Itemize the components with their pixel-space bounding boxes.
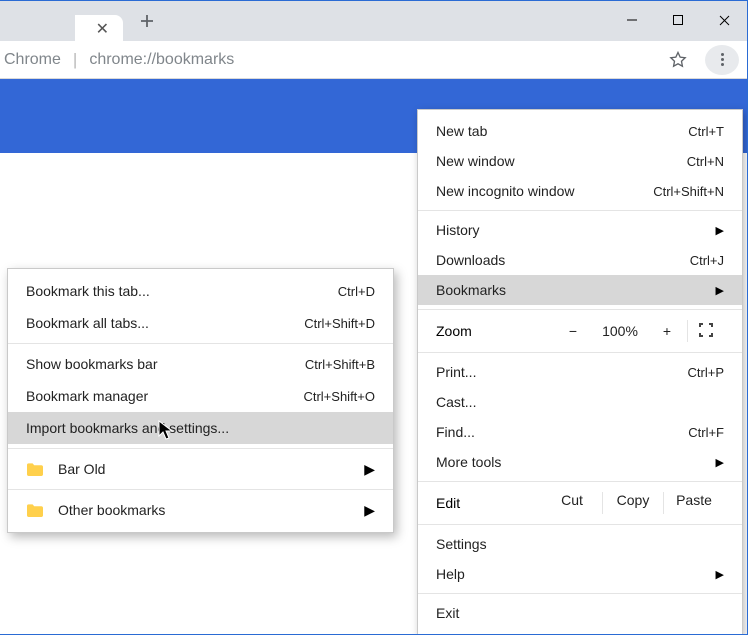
menu-bookmarks[interactable]: Bookmarks ▶ xyxy=(418,275,742,305)
chevron-right-icon: ▶ xyxy=(716,568,724,581)
menu-exit[interactable]: Exit xyxy=(418,598,742,628)
zoom-in-button[interactable]: + xyxy=(647,323,687,339)
maximize-button[interactable] xyxy=(655,1,701,39)
menu-history[interactable]: History ▶ xyxy=(418,215,742,245)
folder-icon xyxy=(26,503,44,518)
browser-window: ✕ Chrome | chrome://bookmarks xyxy=(0,0,748,635)
fullscreen-icon[interactable] xyxy=(688,322,724,341)
address-bar-row: Chrome | chrome://bookmarks xyxy=(0,41,747,79)
bookmarks-submenu: Bookmark this tab... Ctrl+D Bookmark all… xyxy=(7,268,394,533)
show-bookmarks-bar[interactable]: Show bookmarks bar Ctrl+Shift+B xyxy=(8,348,393,380)
menu-new-tab[interactable]: New tab Ctrl+T xyxy=(418,116,742,146)
menu-cast[interactable]: Cast... xyxy=(418,387,742,417)
chevron-right-icon: ▶ xyxy=(716,224,724,237)
zoom-label: Zoom xyxy=(436,323,553,339)
extension-label: Chrome xyxy=(4,51,61,69)
menu-zoom-row: Zoom − 100% + xyxy=(418,314,742,348)
menu-incognito[interactable]: New incognito window Ctrl+Shift+N xyxy=(418,176,742,206)
chrome-menu-dropdown: New tab Ctrl+T New window Ctrl+N New inc… xyxy=(417,109,743,635)
bookmark-this-tab[interactable]: Bookmark this tab... Ctrl+D xyxy=(8,275,393,307)
bookmarks-folder[interactable]: Bar Old ▶ xyxy=(8,453,393,485)
menu-edit-row: Edit Cut Copy Paste xyxy=(418,486,742,520)
menu-new-window[interactable]: New window Ctrl+N xyxy=(418,146,742,176)
close-window-button[interactable] xyxy=(701,1,747,39)
separator: | xyxy=(73,50,77,70)
edit-label: Edit xyxy=(436,495,542,511)
menu-help[interactable]: Help ▶ xyxy=(418,559,742,589)
bookmarks-folder[interactable]: Other bookmarks ▶ xyxy=(8,494,393,526)
zoom-out-button[interactable]: − xyxy=(553,323,593,339)
active-tab-fragment[interactable]: ✕ xyxy=(75,15,123,41)
bookmark-star-icon[interactable] xyxy=(661,45,695,75)
chevron-right-icon: ▶ xyxy=(364,461,375,478)
bookmark-all-tabs[interactable]: Bookmark all tabs... Ctrl+Shift+D xyxy=(8,307,393,339)
new-tab-button[interactable] xyxy=(133,7,161,35)
chevron-right-icon: ▶ xyxy=(716,284,724,297)
zoom-percentage: 100% xyxy=(593,323,647,339)
chrome-menu-button[interactable] xyxy=(705,45,739,75)
menu-settings[interactable]: Settings xyxy=(418,529,742,559)
tab-strip: ✕ xyxy=(0,1,747,41)
chevron-right-icon: ▶ xyxy=(716,456,724,469)
bookmark-manager[interactable]: Bookmark manager Ctrl+Shift+O xyxy=(8,380,393,412)
folder-icon xyxy=(26,462,44,477)
menu-print[interactable]: Print... Ctrl+P xyxy=(418,357,742,387)
chevron-right-icon: ▶ xyxy=(364,502,375,519)
menu-more-tools[interactable]: More tools ▶ xyxy=(418,447,742,477)
copy-button[interactable]: Copy xyxy=(603,492,663,514)
menu-find[interactable]: Find... Ctrl+F xyxy=(418,417,742,447)
menu-downloads[interactable]: Downloads Ctrl+J xyxy=(418,245,742,275)
url-display[interactable]: chrome://bookmarks xyxy=(89,51,655,69)
paste-button[interactable]: Paste xyxy=(664,492,724,514)
cut-button[interactable]: Cut xyxy=(542,492,602,514)
window-controls xyxy=(609,1,747,39)
import-bookmarks[interactable]: Import bookmarks and settings... xyxy=(8,412,393,444)
minimize-button[interactable] xyxy=(609,1,655,39)
tab-close-icon[interactable]: ✕ xyxy=(96,19,109,39)
